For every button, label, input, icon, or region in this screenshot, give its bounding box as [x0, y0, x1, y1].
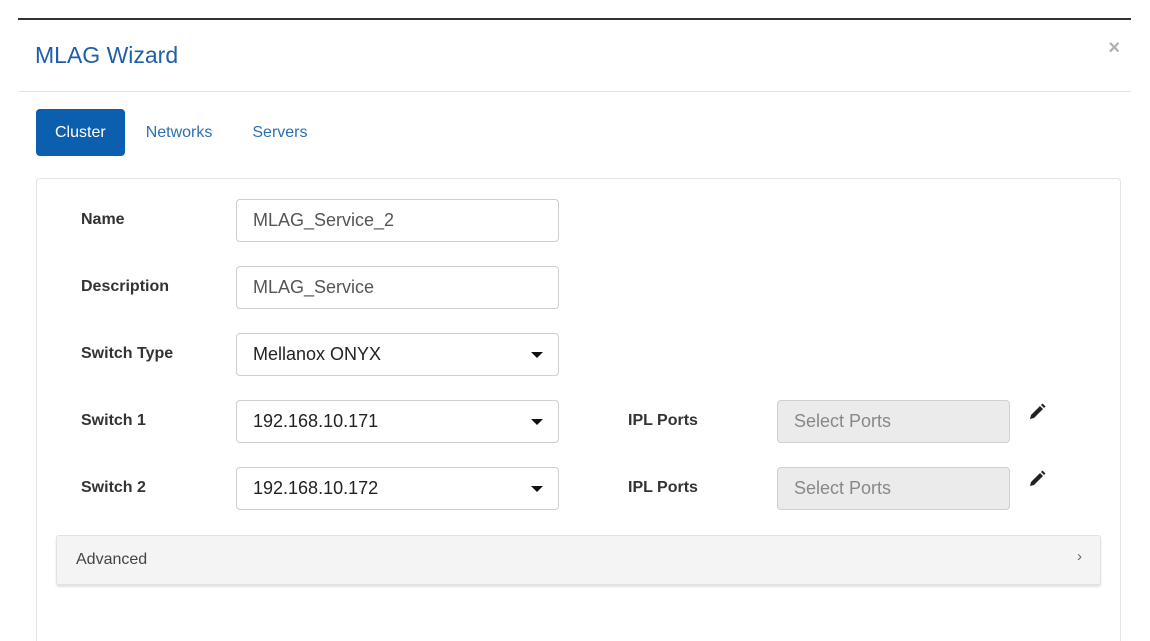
modal-header: MLAG Wizard ×	[18, 20, 1131, 92]
switch2-ipl-ports-select[interactable]: Select Ports	[777, 467, 1010, 510]
name-input[interactable]	[236, 199, 559, 242]
tab-cluster[interactable]: Cluster	[36, 109, 125, 156]
caret-down-icon	[531, 352, 543, 358]
tab-servers[interactable]: Servers	[233, 109, 326, 156]
switch1-select[interactable]: 192.168.10.171	[236, 400, 559, 443]
advanced-section-toggle[interactable]: Advanced ›	[56, 535, 1101, 585]
switch1-ipl-ports-label: IPL Ports	[628, 412, 698, 429]
switch2-select[interactable]: 192.168.10.172	[236, 467, 559, 510]
switch1-value: 192.168.10.171	[253, 411, 379, 431]
wizard-tabs: Cluster Networks Servers	[36, 109, 329, 156]
switch2-label: Switch 2	[81, 479, 146, 496]
advanced-label: Advanced	[76, 551, 148, 568]
description-input[interactable]	[236, 266, 559, 309]
mlag-wizard-modal: MLAG Wizard × Cluster Networks Servers N…	[18, 18, 1131, 641]
chevron-right-icon: ›	[1077, 548, 1082, 565]
close-icon[interactable]: ×	[1108, 38, 1120, 58]
pencil-icon[interactable]	[1027, 469, 1047, 489]
switch1-ipl-ports-select[interactable]: Select Ports	[777, 400, 1010, 443]
switch2-value: 192.168.10.172	[253, 478, 379, 498]
switch-type-label: Switch Type	[81, 345, 174, 362]
tab-networks[interactable]: Networks	[127, 109, 232, 156]
caret-down-icon	[531, 419, 543, 425]
switch-type-value: Mellanox ONYX	[253, 344, 382, 364]
switch2-ipl-ports-label: IPL Ports	[628, 479, 698, 496]
switch1-label: Switch 1	[81, 412, 146, 429]
description-label: Description	[81, 278, 170, 295]
modal-title: MLAG Wizard	[35, 42, 179, 68]
switch-type-select[interactable]: Mellanox ONYX	[236, 333, 559, 376]
pencil-icon[interactable]	[1027, 402, 1047, 422]
caret-down-icon	[531, 486, 543, 492]
name-label: Name	[81, 211, 125, 228]
